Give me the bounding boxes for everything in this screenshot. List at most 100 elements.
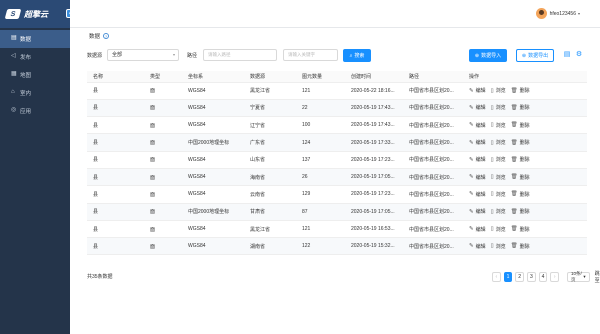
- delete-label: 删除: [519, 209, 530, 216]
- table-cell: 中国2000地理坐标: [182, 203, 244, 221]
- pagination: ‹ 1 2 3 4 › 10条/页 ▾ 跳至 页: [492, 270, 600, 284]
- list-view-icon[interactable]: ▤: [563, 51, 571, 59]
- import-button[interactable]: ⊕ 数据导入: [469, 49, 507, 62]
- sidebar-nav: ▤ 数据 ◁ 发布 ▦ 地图 ⌂ 室内 ◎ 应用: [0, 30, 70, 120]
- logo: S 超擎云 «: [0, 0, 75, 28]
- edit-button[interactable]: ✎ 编辑: [469, 243, 486, 250]
- browse-button[interactable]: ▯ 浏览: [491, 104, 506, 112]
- delete-button[interactable]: 🗑︎ 删除: [510, 156, 530, 164]
- edit-button[interactable]: ✎ 编辑: [469, 174, 486, 181]
- chevron-down-icon: ▾: [583, 274, 586, 279]
- path-input[interactable]: 请输入路径: [203, 49, 277, 61]
- table-cell: 129: [296, 185, 345, 204]
- sidebar-item-0[interactable]: ▤ 数据: [0, 30, 70, 48]
- delete-button[interactable]: 🗑︎ 删除: [511, 208, 530, 216]
- table-cell: 县: [87, 151, 144, 169]
- delete-label: 删除: [519, 243, 530, 250]
- delete-button[interactable]: 🗑︎ 删除: [511, 174, 530, 181]
- export-button[interactable]: ⊕ 数据导出: [516, 49, 554, 62]
- trash-icon: 🗑︎: [510, 87, 518, 94]
- table-cell: 2020-05-19 17:23...: [345, 151, 403, 169]
- delete-button[interactable]: 🗑︎ 删除: [511, 191, 530, 198]
- delete-label: 删除: [519, 140, 530, 147]
- sidebar-item-4[interactable]: ◎ 应用: [0, 102, 70, 120]
- edit-button[interactable]: ✎ 编辑: [469, 191, 486, 198]
- browse-button[interactable]: ▯ 浏览: [491, 122, 506, 129]
- sidebar-item-label: 发布: [20, 55, 32, 61]
- edit-icon: ✎: [469, 226, 474, 233]
- table-cell: 县: [87, 133, 144, 152]
- page-button-2[interactable]: 2: [515, 272, 525, 282]
- help-icon[interactable]: ?: [103, 33, 110, 39]
- browse-button[interactable]: ▯ 浏览: [491, 174, 506, 181]
- keyword-input[interactable]: 请输入关键字: [283, 49, 338, 61]
- table-cell: 面: [144, 237, 182, 256]
- delete-button[interactable]: 🗑︎ 删除: [511, 104, 530, 112]
- export-button-label: 数据导出: [528, 53, 549, 59]
- edit-icon: ✎: [469, 122, 474, 129]
- delete-button[interactable]: 🗑︎ 删除: [510, 87, 530, 95]
- column-header: 名称: [87, 71, 144, 83]
- browse-button[interactable]: ▯ 浏览: [491, 191, 506, 198]
- table-cell: WGS84: [182, 151, 244, 169]
- sidebar-item-2[interactable]: ▦ 地图: [0, 66, 70, 84]
- filter-bar: 数据源 全部 ▾ 路径 请输入路径 请输入关键字 ⌕ 搜索 ⊕ 数据导入 ⊕ 数…: [87, 49, 587, 63]
- edit-button[interactable]: ✎ 编辑: [469, 226, 486, 233]
- edit-label: 编辑: [475, 157, 486, 164]
- delete-button[interactable]: 🗑︎ 删除: [511, 243, 530, 250]
- edit-button[interactable]: ✎ 编辑: [469, 156, 486, 164]
- book-icon: ▯: [490, 156, 494, 163]
- table-cell: 中国省市县区划20...: [403, 220, 463, 239]
- table-cell: 县: [87, 99, 144, 118]
- browse-button[interactable]: ▯ 浏览: [491, 139, 506, 147]
- sidebar-item-1[interactable]: ◁ 发布: [0, 48, 70, 66]
- browse-button[interactable]: ▯ 浏览: [491, 243, 506, 250]
- actions-cell: ✎ 编辑 ▯ 浏览 🗑︎ 删除: [463, 185, 587, 204]
- browse-button[interactable]: ▯ 浏览: [491, 87, 506, 95]
- table-cell: 面: [144, 168, 182, 187]
- table-row: 县面 WGS84 云南省 129 2020-05-19 17:23... 中国省市县区划2…: [87, 185, 587, 204]
- browse-label: 浏览: [495, 140, 506, 147]
- edit-icon: ✎: [469, 139, 474, 146]
- edit-button[interactable]: ✎ 编辑: [469, 87, 486, 95]
- table-cell: 中国省市县区划20...: [403, 203, 463, 221]
- column-header: 坐标系: [182, 71, 244, 83]
- jump-label: 跳至: [594, 271, 600, 284]
- browse-label: 浏览: [495, 88, 506, 95]
- edit-button[interactable]: ✎ 编辑: [469, 139, 486, 147]
- sidebar-item-3[interactable]: ⌂ 室内: [0, 84, 70, 102]
- table-cell: 2020-05-19 15:32...: [345, 237, 403, 256]
- book-icon: ▯: [490, 122, 494, 129]
- table-row: 县面 WGS84 海南省 26 2020-05-19 17:05... 中国省市县区划20…: [87, 168, 587, 187]
- delete-button[interactable]: 🗑︎ 删除: [511, 139, 530, 147]
- table-cell: 2020-05-22 18:16...: [345, 82, 403, 100]
- page-size-select[interactable]: 10条/页 ▾: [567, 271, 590, 282]
- search-button[interactable]: ⌕ 搜索: [343, 49, 371, 62]
- source-select[interactable]: 全部 ▾: [107, 49, 179, 61]
- table-cell: 面: [144, 220, 182, 239]
- edit-label: 编辑: [475, 243, 486, 250]
- browse-button[interactable]: ▯ 浏览: [491, 226, 506, 233]
- import-button-label: 数据导入: [481, 53, 502, 59]
- settings-icon[interactable]: ⚙: [575, 51, 583, 59]
- page-button-1[interactable]: 1: [503, 272, 513, 282]
- building-icon: ⌂: [11, 89, 15, 95]
- browse-label: 浏览: [495, 157, 506, 164]
- edit-button[interactable]: ✎ 编辑: [469, 122, 486, 129]
- delete-button[interactable]: 🗑︎ 删除: [511, 226, 530, 233]
- next-page-button[interactable]: ›: [550, 272, 560, 282]
- edit-button[interactable]: ✎ 编辑: [469, 208, 486, 216]
- search-button-label: 搜索: [354, 53, 365, 59]
- user-menu[interactable]: hfeo123456 ▾: [535, 8, 580, 19]
- browse-label: 浏览: [495, 191, 506, 198]
- prev-page-button[interactable]: ‹: [492, 272, 501, 282]
- book-icon: ▯: [490, 243, 494, 250]
- page-button-4[interactable]: 4: [538, 272, 548, 282]
- trash-icon: 🗑︎: [510, 156, 518, 163]
- edit-button[interactable]: ✎ 编辑: [469, 104, 486, 112]
- browse-button[interactable]: ▯ 浏览: [490, 156, 506, 164]
- browse-button[interactable]: ▯ 浏览: [491, 208, 506, 216]
- page-button-3[interactable]: 3: [527, 272, 536, 282]
- delete-button[interactable]: 🗑︎ 删除: [511, 122, 530, 129]
- delete-label: 删除: [519, 191, 530, 198]
